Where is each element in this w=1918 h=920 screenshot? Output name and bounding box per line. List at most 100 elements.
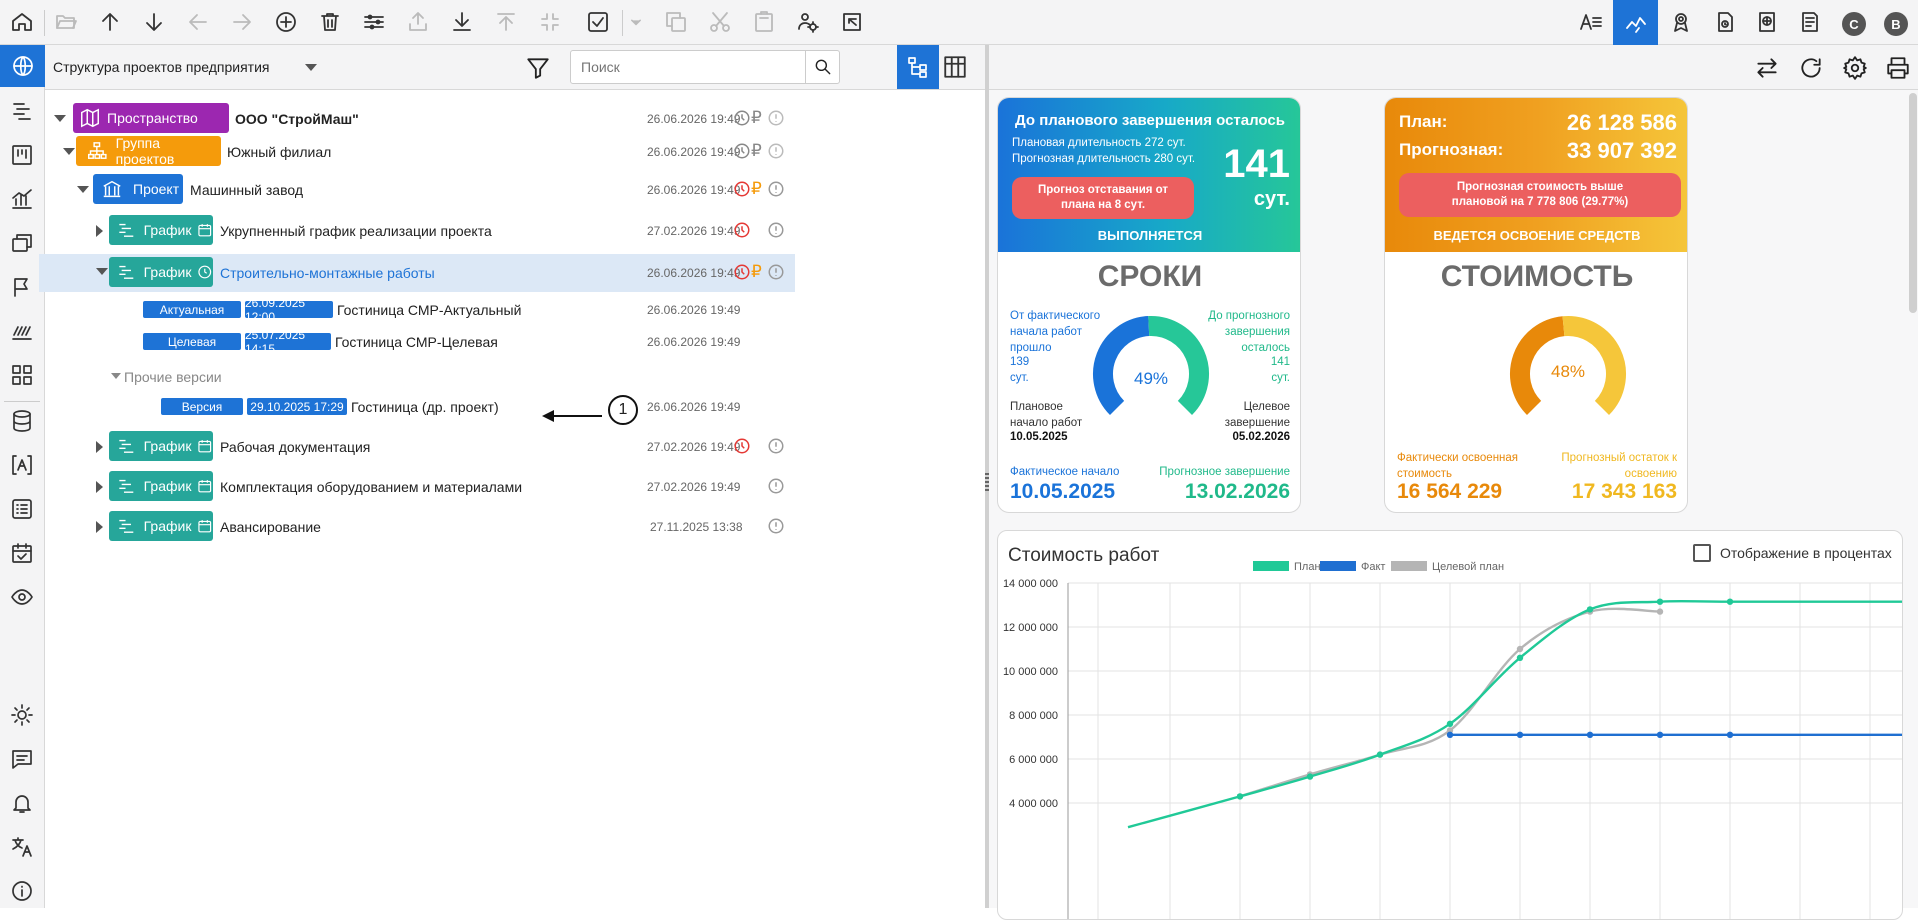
version-row[interactable]: Версия 29.10.2025 17:29 Гостиница (др. п…: [45, 395, 975, 425]
windows-icon[interactable]: [8, 229, 36, 257]
cut-icon[interactable]: [705, 7, 735, 37]
expand-caret-icon[interactable]: [54, 115, 66, 122]
grid-icon[interactable]: [8, 361, 36, 389]
spent-label: Фактически освоенная стоимость: [1397, 452, 1519, 481]
collapsed-caret-icon[interactable]: [96, 225, 103, 237]
report-clock-icon[interactable]: [1710, 7, 1740, 37]
expand-caret-icon[interactable]: [96, 268, 108, 275]
trash-icon[interactable]: [315, 7, 345, 37]
list-icon[interactable]: [8, 495, 36, 523]
scrollbar-thumb[interactable]: [1909, 93, 1917, 313]
y-tick-label: 8 000 000: [1009, 710, 1058, 722]
arrow-right-icon[interactable]: [227, 7, 257, 37]
add-circle-icon[interactable]: [271, 7, 301, 37]
bell-icon[interactable]: [8, 789, 36, 817]
table-view-icon[interactable]: [942, 54, 968, 80]
kanban-icon[interactable]: [8, 141, 36, 169]
folder-open-icon[interactable]: [51, 7, 81, 37]
sliders-icon[interactable]: [359, 7, 389, 37]
globe-icon[interactable]: [0, 45, 45, 87]
export-icon[interactable]: [491, 7, 521, 37]
collapsed-caret-icon[interactable]: [96, 441, 103, 453]
expand-caret-icon[interactable]: [63, 148, 75, 155]
chevron-down-icon[interactable]: [305, 64, 317, 71]
collapsed-caret-icon[interactable]: [96, 481, 103, 493]
checkbox-icon[interactable]: [583, 7, 613, 37]
tree-row-schedule[interactable]: График Авансирование 27.11.2025 13:38: [45, 508, 975, 546]
schedule-name[interactable]: Строительно-монтажные работы: [220, 265, 435, 281]
panel-title[interactable]: Структура проектов предприятия: [53, 59, 270, 75]
avatar-c[interactable]: C: [1842, 12, 1866, 36]
arrow-left-icon[interactable]: [183, 7, 213, 37]
cost-title: СТОИМОСТЬ: [1440, 260, 1634, 293]
upload-tray-icon[interactable]: [403, 7, 433, 37]
print-icon[interactable]: [1885, 55, 1911, 81]
tree-row-schedule[interactable]: График Укрупненный график реализации про…: [45, 213, 975, 251]
version-row[interactable]: Целевая 25.07.2025 14:15 Гостиница СМР-Ц…: [45, 328, 975, 361]
version-row[interactable]: Актуальная 26.09.2025 12:00 Гостиница СМ…: [45, 296, 975, 329]
gantt-list-icon[interactable]: [8, 97, 36, 125]
eye-icon[interactable]: [8, 583, 36, 611]
expand-caret-icon[interactable]: [111, 373, 121, 379]
schedule-name[interactable]: Авансирование: [220, 519, 321, 535]
version-name[interactable]: Гостиница СМР-Целевая: [335, 334, 498, 350]
version-name[interactable]: Гостиница СМР-Актуальный: [337, 302, 521, 318]
text-field-icon[interactable]: [8, 451, 36, 479]
share-box-icon[interactable]: [837, 7, 867, 37]
document-icon[interactable]: [1795, 7, 1825, 37]
arrow-up-icon[interactable]: [95, 7, 125, 37]
schedule-name[interactable]: Рабочая документация: [220, 439, 370, 455]
copy-icon[interactable]: [661, 7, 691, 37]
percent-toggle-label[interactable]: Отображение в процентах: [1720, 545, 1892, 561]
building-icon: [103, 180, 121, 198]
settings-gear-icon[interactable]: [1842, 55, 1868, 81]
avatar-b[interactable]: B: [1884, 12, 1908, 36]
download-icon[interactable]: [447, 7, 477, 37]
collapsed-caret-icon[interactable]: [96, 521, 103, 533]
tree-row-project[interactable]: Проект Машинный завод 26.06.2026 19:49 ₽: [45, 172, 975, 210]
version-name[interactable]: Гостиница (др. проект): [351, 399, 499, 415]
search-input[interactable]: [571, 51, 803, 83]
y-tick-label: 14 000 000: [1003, 578, 1058, 590]
expand-caret-icon[interactable]: [77, 186, 89, 193]
space-name[interactable]: ООО "СтройМаш": [235, 111, 359, 127]
refresh-icon[interactable]: [1798, 55, 1824, 81]
swap-icon[interactable]: [1754, 55, 1780, 81]
info-icon[interactable]: [8, 877, 36, 905]
text-size-icon[interactable]: [1576, 7, 1606, 37]
analytics-icon[interactable]: [1613, 0, 1658, 45]
filter-icon[interactable]: [525, 55, 551, 81]
flag-icon[interactable]: [8, 273, 36, 301]
tree-row-schedule-selected[interactable]: График Строительно-монтажные работы 26.0…: [39, 254, 795, 292]
dropdown-icon[interactable]: [626, 7, 646, 37]
schedule-name[interactable]: Укрупненный график реализации проекта: [220, 223, 492, 239]
web-doc-icon[interactable]: [1752, 7, 1782, 37]
project-name[interactable]: Машинный завод: [190, 182, 303, 198]
calendar-check-icon[interactable]: [8, 539, 36, 567]
home-icon[interactable]: [7, 7, 37, 37]
collapse-icon[interactable]: [535, 7, 565, 37]
tree-row-group[interactable]: Группа проектов Южный филиал 26.06.2026 …: [45, 132, 975, 170]
bar-chart-icon[interactable]: [8, 185, 36, 213]
translate-icon[interactable]: [8, 833, 36, 861]
stripes-icon[interactable]: [8, 317, 36, 345]
schedule-name[interactable]: Комплектация оборудованием и материалами: [220, 479, 522, 495]
sun-icon[interactable]: [8, 701, 36, 729]
paste-icon[interactable]: [749, 7, 779, 37]
group-name[interactable]: Южный филиал: [227, 144, 331, 160]
cog-people-icon[interactable]: [793, 7, 823, 37]
tree-row-schedule[interactable]: График Комплектация оборудованием и мате…: [45, 468, 975, 506]
tree-view-icon[interactable]: [897, 45, 939, 89]
search-icon[interactable]: [805, 51, 839, 83]
other-versions-group[interactable]: Прочие версии: [45, 363, 975, 393]
chat-icon[interactable]: [8, 745, 36, 773]
alert-status-icon: [767, 221, 785, 239]
database-icon[interactable]: [8, 407, 36, 435]
percent-checkbox[interactable]: [1693, 544, 1711, 562]
arrow-down-icon[interactable]: [139, 7, 169, 37]
tree-row-schedule[interactable]: График Рабочая документация 27.02.2026 1…: [45, 428, 975, 466]
award-icon[interactable]: [1666, 7, 1696, 37]
row-date: 27.02.2026 19:49: [647, 480, 741, 494]
calendar-icon: [198, 520, 212, 533]
project-badge-label: Проект: [133, 181, 180, 197]
